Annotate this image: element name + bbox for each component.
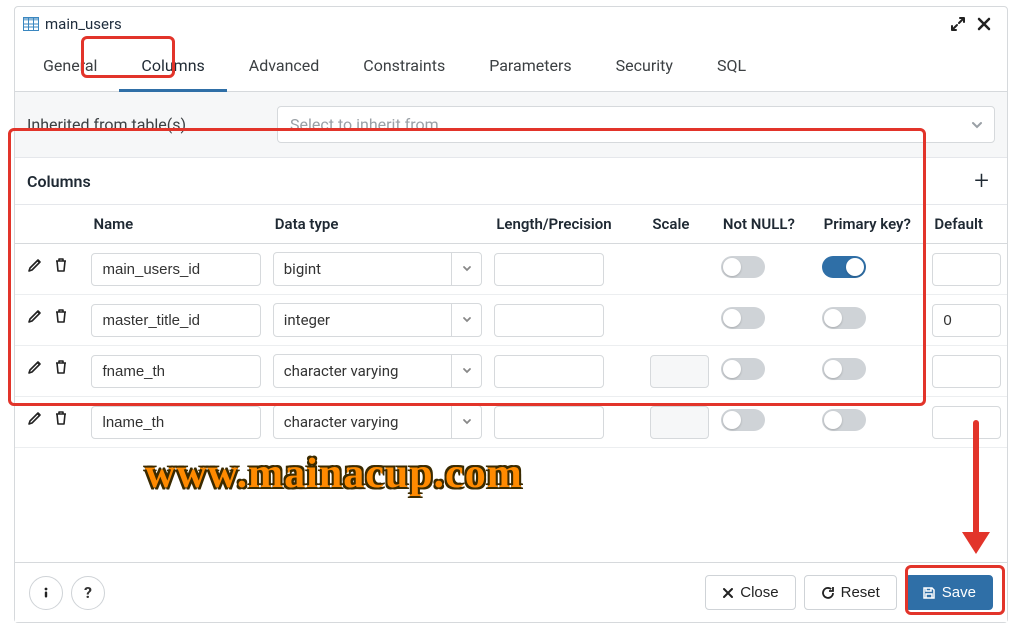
dialog-body: Inherited from table(s) Select to inheri… bbox=[15, 92, 1007, 562]
close-button[interactable]: Close bbox=[705, 575, 795, 610]
tab-constraints[interactable]: Constraints bbox=[341, 42, 467, 92]
not-null-toggle[interactable] bbox=[721, 256, 765, 278]
columns-header-row: NameData typeLength/PrecisionScaleNot NU… bbox=[15, 205, 1007, 244]
inherit-select[interactable]: Select to inherit from... bbox=[277, 106, 995, 143]
column-header: Length/Precision bbox=[488, 205, 644, 244]
inherit-placeholder: Select to inherit from... bbox=[290, 115, 451, 134]
tab-security[interactable]: Security bbox=[594, 42, 695, 92]
scale-input[interactable] bbox=[650, 406, 708, 439]
dialog-header: main_users bbox=[15, 7, 1007, 41]
tab-bar: GeneralColumnsAdvancedConstraintsParamet… bbox=[15, 41, 1007, 92]
default-input[interactable] bbox=[932, 304, 1001, 337]
help-button[interactable]: ? bbox=[71, 576, 105, 610]
column-header: Primary key? bbox=[816, 205, 927, 244]
primary-key-toggle[interactable] bbox=[822, 358, 866, 380]
default-input[interactable] bbox=[932, 355, 1001, 388]
columns-section-header: Columns + bbox=[15, 157, 1007, 205]
column-name-input[interactable] bbox=[91, 304, 260, 337]
chevron-down-icon bbox=[451, 406, 481, 438]
tab-sql[interactable]: SQL bbox=[695, 42, 768, 92]
length-input[interactable] bbox=[494, 355, 604, 388]
delete-icon[interactable] bbox=[53, 257, 73, 277]
column-header: Scale bbox=[644, 205, 714, 244]
column-header: Data type bbox=[267, 205, 489, 244]
save-button[interactable]: Save bbox=[905, 575, 993, 610]
tab-columns[interactable]: Columns bbox=[119, 42, 226, 92]
delete-icon[interactable] bbox=[53, 359, 73, 379]
column-header: Name bbox=[85, 205, 266, 244]
table-row: character varying bbox=[15, 397, 1007, 448]
edit-icon[interactable] bbox=[27, 410, 47, 430]
not-null-toggle[interactable] bbox=[721, 409, 765, 431]
chevron-down-icon bbox=[451, 304, 481, 336]
column-name-input[interactable] bbox=[91, 355, 260, 388]
primary-key-toggle[interactable] bbox=[822, 256, 866, 278]
column-name-input[interactable] bbox=[91, 253, 260, 286]
length-input[interactable] bbox=[494, 406, 604, 439]
tab-parameters[interactable]: Parameters bbox=[467, 42, 593, 92]
primary-key-toggle[interactable] bbox=[822, 409, 866, 431]
edit-icon[interactable] bbox=[27, 257, 47, 277]
columns-section-title: Columns bbox=[27, 172, 91, 191]
tab-general[interactable]: General bbox=[21, 42, 119, 92]
column-header: Default bbox=[926, 205, 1007, 244]
primary-key-toggle[interactable] bbox=[822, 307, 866, 329]
length-input[interactable] bbox=[494, 253, 604, 286]
add-column-button[interactable]: + bbox=[968, 168, 995, 194]
dialog-title: main_users bbox=[45, 15, 945, 33]
not-null-toggle[interactable] bbox=[721, 358, 765, 380]
delete-icon[interactable] bbox=[53, 410, 73, 430]
table-icon bbox=[23, 16, 39, 32]
save-icon bbox=[922, 586, 936, 600]
table-properties-dialog: main_users GeneralColumnsAdvancedConstra… bbox=[14, 6, 1008, 623]
maximize-icon[interactable] bbox=[945, 11, 971, 37]
data-type-select[interactable]: character varying bbox=[273, 354, 483, 388]
default-input[interactable] bbox=[932, 406, 1001, 439]
column-header: Not NULL? bbox=[715, 205, 816, 244]
x-icon bbox=[722, 587, 734, 599]
dialog-footer: ? Close Reset Save bbox=[15, 562, 1007, 622]
tab-advanced[interactable]: Advanced bbox=[227, 42, 342, 92]
inherit-row: Inherited from table(s) Select to inheri… bbox=[15, 92, 1007, 157]
data-type-select[interactable]: bigint bbox=[273, 252, 483, 286]
delete-icon[interactable] bbox=[53, 308, 73, 328]
data-type-select[interactable]: integer bbox=[273, 303, 483, 337]
table-row: bigint bbox=[15, 244, 1007, 295]
table-row: integer bbox=[15, 295, 1007, 346]
reset-icon bbox=[821, 586, 835, 600]
reset-button[interactable]: Reset bbox=[804, 575, 897, 610]
not-null-toggle[interactable] bbox=[721, 307, 765, 329]
data-type-select[interactable]: character varying bbox=[273, 405, 483, 439]
column-name-input[interactable] bbox=[91, 406, 260, 439]
close-icon[interactable] bbox=[971, 11, 997, 37]
table-row: character varying bbox=[15, 346, 1007, 397]
scale-input[interactable] bbox=[650, 355, 708, 388]
inherit-label: Inherited from table(s) bbox=[27, 115, 277, 134]
chevron-down-icon bbox=[970, 118, 984, 132]
length-input[interactable] bbox=[494, 304, 604, 337]
columns-table: NameData typeLength/PrecisionScaleNot NU… bbox=[15, 205, 1007, 448]
chevron-down-icon bbox=[451, 253, 481, 285]
info-button[interactable] bbox=[29, 576, 63, 610]
edit-icon[interactable] bbox=[27, 308, 47, 328]
chevron-down-icon bbox=[451, 355, 481, 387]
edit-icon[interactable] bbox=[27, 359, 47, 379]
default-input[interactable] bbox=[932, 253, 1001, 286]
